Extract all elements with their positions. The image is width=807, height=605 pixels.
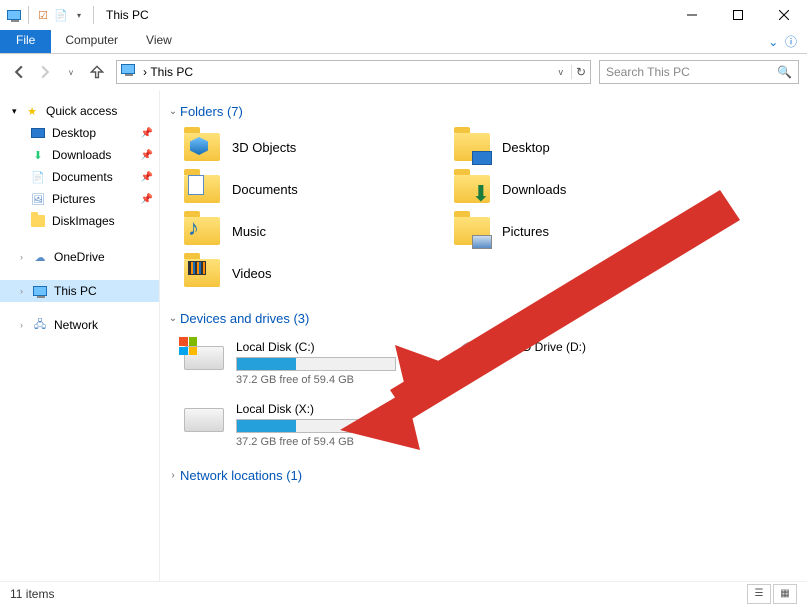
chevron-right-icon: › xyxy=(20,252,32,262)
network-icon: 🖧 xyxy=(32,317,48,333)
sidebar-item-documents[interactable]: 📄 Documents 📌 xyxy=(0,166,159,188)
close-button[interactable] xyxy=(761,0,807,30)
minimize-button[interactable] xyxy=(669,0,715,30)
pin-icon: 📌 xyxy=(141,194,153,205)
app-icon xyxy=(6,7,22,23)
folder-icon xyxy=(30,213,46,229)
chevron-right-icon: › xyxy=(20,286,32,296)
nav-up-button[interactable] xyxy=(86,61,108,83)
file-tab[interactable]: File xyxy=(0,30,51,53)
capacity-bar xyxy=(236,357,396,371)
search-icon: 🔍 xyxy=(777,65,792,79)
pc-icon xyxy=(32,283,48,299)
chevron-right-icon: › xyxy=(20,320,32,330)
folder-downloads[interactable]: ⬇ Downloads xyxy=(452,171,702,207)
window-buttons xyxy=(669,0,807,30)
nav-recent-dropdown-icon[interactable]: v xyxy=(60,61,82,83)
nav-forward-button[interactable] xyxy=(34,61,56,83)
drives-grid: Local Disk (C:) 37.2 GB free of 59.4 GB … xyxy=(166,330,801,464)
folders-grid: 3D Objects Desktop Documents ⬇ Downloads… xyxy=(166,123,801,307)
nav-back-button[interactable] xyxy=(8,61,30,83)
star-icon: ★ xyxy=(24,103,40,119)
hdd-windows-icon xyxy=(182,340,226,376)
sidebar-item-downloads[interactable]: ⬇ Downloads 📌 xyxy=(0,144,159,166)
network-locations-section-header[interactable]: › Network locations (1) xyxy=(166,464,801,487)
computer-tab[interactable]: Computer xyxy=(51,30,132,53)
view-tab[interactable]: View xyxy=(132,30,186,53)
pictures-icon: 🖼 xyxy=(30,191,46,207)
documents-icon: 📄 xyxy=(30,169,46,185)
dvd-icon: DVD xyxy=(452,340,496,376)
address-pc-icon xyxy=(121,64,137,80)
window-title: This PC xyxy=(106,8,149,22)
ribbon: File Computer View ⌄ ⓘ xyxy=(0,30,807,54)
chevron-down-icon: ⌄ xyxy=(166,106,180,117)
drive-local-x[interactable]: Local Disk (X:) 37.2 GB free of 59.4 GB xyxy=(182,402,432,448)
pin-icon: 📌 xyxy=(141,128,153,139)
sidebar-item-network[interactable]: › 🖧 Network xyxy=(0,314,159,336)
folder-music[interactable]: ♪ Music xyxy=(182,213,432,249)
downloads-icon: ⬇ xyxy=(30,147,46,163)
qat-dropdown-icon[interactable]: ▾ xyxy=(71,7,87,23)
sidebar-item-pictures[interactable]: 🖼 Pictures 📌 xyxy=(0,188,159,210)
sidebar-item-onedrive[interactable]: › ☁ OneDrive xyxy=(0,246,159,268)
status-item-count: 11 items xyxy=(10,587,54,601)
chevron-right-icon: › xyxy=(166,470,180,481)
qat-new-folder-icon[interactable]: 📄 xyxy=(53,7,69,23)
folder-icon xyxy=(182,255,222,291)
drives-header-label: Devices and drives (3) xyxy=(180,311,309,326)
large-icons-view-button[interactable]: ▦ xyxy=(773,584,797,604)
folders-section-header[interactable]: ⌄ Folders (7) xyxy=(166,100,801,123)
separator xyxy=(28,6,29,24)
cloud-icon: ☁ xyxy=(32,249,48,265)
drive-local-c[interactable]: Local Disk (C:) 37.2 GB free of 59.4 GB xyxy=(182,340,432,386)
folder-icon: ♪ xyxy=(182,213,222,249)
sidebar-quick-access[interactable]: ▾ ★ Quick access xyxy=(0,100,159,122)
folder-icon xyxy=(452,213,492,249)
drives-section-header[interactable]: ⌄ Devices and drives (3) xyxy=(166,307,801,330)
quick-access-group: ▾ ★ Quick access Desktop 📌 ⬇ Downloads 📌… xyxy=(0,100,159,232)
status-bar: 11 items ☰ ▦ xyxy=(0,581,807,605)
refresh-button[interactable]: ↻ xyxy=(571,65,586,79)
chevron-down-icon: ▾ xyxy=(12,106,24,117)
nav-pane: ▾ ★ Quick access Desktop 📌 ⬇ Downloads 📌… xyxy=(0,90,160,581)
folder-videos[interactable]: Videos xyxy=(182,255,432,291)
search-placeholder: Search This PC xyxy=(606,65,777,79)
folder-icon xyxy=(182,129,222,165)
folders-header-label: Folders (7) xyxy=(180,104,243,119)
pin-icon: 📌 xyxy=(141,172,153,183)
desktop-icon xyxy=(30,125,46,141)
details-view-button[interactable]: ☰ xyxy=(747,584,771,604)
chevron-down-icon: ⌄ xyxy=(166,313,180,324)
address-bar[interactable]: › This PC v ↻ xyxy=(116,60,591,84)
hdd-icon xyxy=(182,402,226,438)
sidebar-item-this-pc[interactable]: › This PC xyxy=(0,280,159,302)
titlebar: ☑ 📄 ▾ This PC xyxy=(0,0,807,30)
drive-dvd-d[interactable]: DVD DVD Drive (D:) xyxy=(452,340,702,386)
content-pane: ⌄ Folders (7) 3D Objects Desktop Documen… xyxy=(160,90,807,581)
folder-icon xyxy=(182,171,222,207)
quick-access-toolbar: ☑ 📄 ▾ xyxy=(6,6,98,24)
quick-access-label: Quick access xyxy=(46,104,117,118)
folder-pictures[interactable]: Pictures xyxy=(452,213,702,249)
folder-icon: ⬇ xyxy=(452,171,492,207)
address-dropdown-icon[interactable]: v xyxy=(554,67,567,77)
pin-icon: 📌 xyxy=(141,150,153,161)
body: ▾ ★ Quick access Desktop 📌 ⬇ Downloads 📌… xyxy=(0,90,807,581)
ribbon-collapse-icon[interactable]: ⌄ ⓘ xyxy=(758,30,807,53)
sidebar-item-diskimages[interactable]: DiskImages xyxy=(0,210,159,232)
separator xyxy=(93,6,94,24)
folder-icon xyxy=(452,129,492,165)
maximize-button[interactable] xyxy=(715,0,761,30)
capacity-bar xyxy=(236,419,396,433)
address-path: This PC xyxy=(150,65,554,79)
search-box[interactable]: Search This PC 🔍 xyxy=(599,60,799,84)
qat-properties-icon[interactable]: ☑ xyxy=(35,7,51,23)
folder-3d-objects[interactable]: 3D Objects xyxy=(182,129,432,165)
network-header-label: Network locations (1) xyxy=(180,468,302,483)
sidebar-item-desktop[interactable]: Desktop 📌 xyxy=(0,122,159,144)
folder-desktop[interactable]: Desktop xyxy=(452,129,702,165)
folder-documents[interactable]: Documents xyxy=(182,171,432,207)
nav-toolbar: v › This PC v ↻ Search This PC 🔍 xyxy=(0,54,807,90)
